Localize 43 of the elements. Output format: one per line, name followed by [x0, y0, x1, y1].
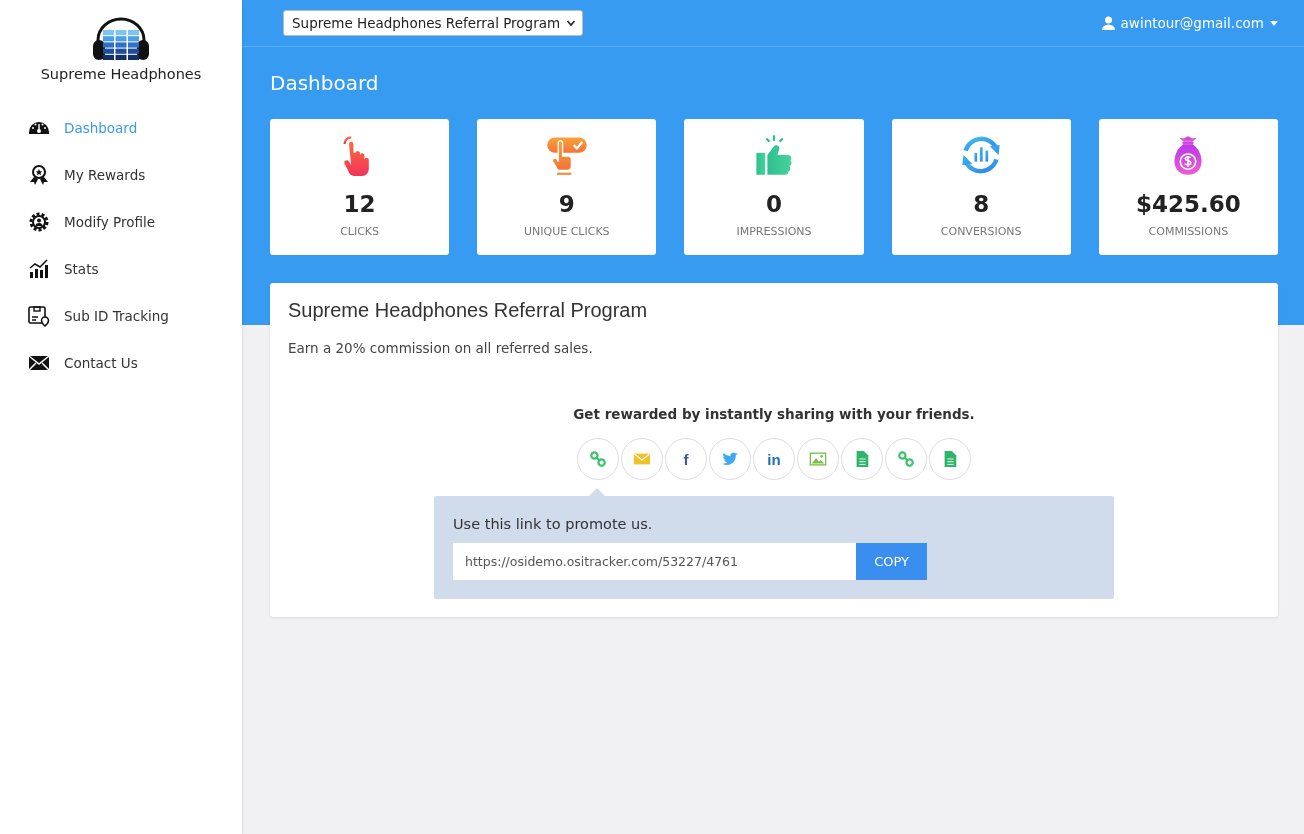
stat-label: COMMISSIONS — [1148, 225, 1229, 238]
promo-label: Use this link to promote us. — [453, 516, 654, 532]
share-button[interactable]: in — [753, 438, 795, 480]
program-description: Earn a 20% commission on all referred sales. — [288, 340, 594, 356]
share-button[interactable] — [709, 438, 751, 480]
chevron-down-icon — [566, 18, 577, 28]
share-button[interactable] — [885, 438, 927, 480]
stat-label: CLICKS — [340, 225, 380, 238]
share-heading: Get rewarded by instantly sharing with your friends. — [572, 406, 976, 422]
headphones-logo-icon — [90, 16, 152, 62]
share-button[interactable] — [577, 438, 619, 480]
stat-value: 12 — [343, 191, 376, 217]
sidebar-item[interactable]: Modify Profile — [0, 198, 242, 245]
share-button[interactable] — [841, 438, 883, 480]
stat-value: $425.60 — [1136, 191, 1241, 217]
sidebar-item[interactable]: Sub ID Tracking — [0, 292, 242, 339]
brand-name: Supreme Headphones — [40, 66, 202, 82]
chart-icon — [27, 256, 51, 281]
chain-link-icon — [897, 450, 915, 468]
stat-label: IMPRESSIONS — [736, 225, 812, 238]
stat-value: 0 — [766, 191, 782, 217]
caret-icon — [1270, 20, 1278, 26]
share-button[interactable]: f — [665, 438, 707, 480]
sidebar-item[interactable]: Stats — [0, 245, 242, 292]
sidebar-item[interactable]: My Rewards — [0, 151, 242, 198]
page-title: Dashboard — [270, 71, 380, 95]
image-icon — [809, 450, 827, 468]
stat-label: CONVERSIONS — [940, 225, 1022, 238]
user-icon — [1101, 16, 1115, 30]
share-button[interactable] — [621, 438, 663, 480]
share-button[interactable] — [797, 438, 839, 480]
share-button[interactable] — [929, 438, 971, 480]
card-title: Supreme Headphones Referral Program — [288, 299, 649, 322]
award-icon — [27, 162, 51, 187]
stat-value: 8 — [973, 191, 990, 217]
stat-value: 9 — [558, 191, 575, 217]
program-dropdown[interactable]: Supreme Headphones Referral Program — [283, 10, 584, 36]
chain-link-icon — [589, 450, 607, 468]
stat-label: UNIQUE CLICKS — [523, 225, 610, 238]
sidebar-item[interactable]: Contact Us — [0, 339, 242, 386]
bird-icon — [721, 450, 739, 468]
referral-link-field[interactable]: https://osidemo.ositracker.com/53227/4761 — [453, 543, 857, 580]
package-pin-icon — [27, 303, 51, 328]
